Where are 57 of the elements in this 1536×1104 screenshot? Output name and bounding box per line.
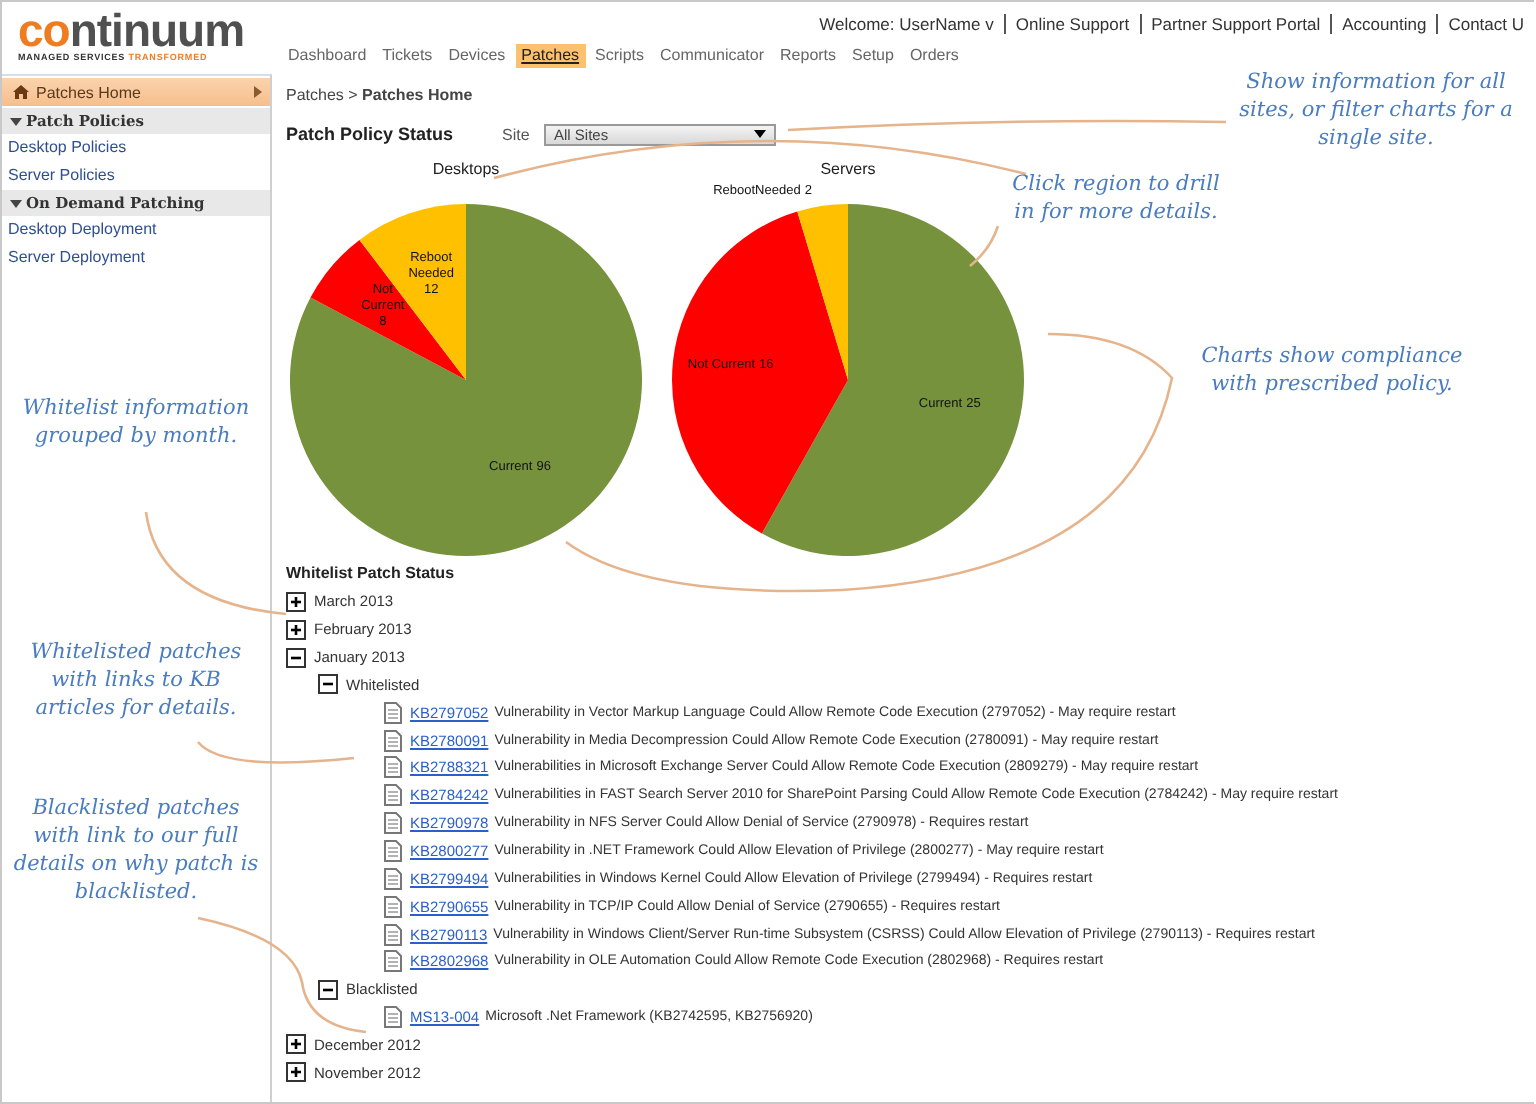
- document-icon: [384, 1006, 402, 1029]
- collapse-toggle[interactable]: [318, 674, 338, 695]
- nav-tab[interactable]: Orders: [903, 44, 965, 68]
- document-icon: [384, 950, 402, 973]
- top-link[interactable]: Accounting: [1330, 14, 1437, 34]
- pie-slice[interactable]: [359, 204, 466, 380]
- top-link[interactable]: Online Support: [1003, 14, 1140, 34]
- leader-line: [969, 225, 1000, 267]
- callout-note: Whitelist information grouped by month.: [20, 394, 252, 450]
- callout-note: Show information for all sites, or filter charts for a single site.: [1237, 68, 1515, 152]
- sidebar-link[interactable]: Desktop Deployment: [2, 216, 270, 243]
- document-icon: [384, 784, 402, 807]
- collapse-toggle[interactable]: [318, 979, 338, 1000]
- welcome-text: Welcome: UserName v: [817, 14, 996, 34]
- home-icon: [12, 84, 30, 100]
- expand-toggle[interactable]: [286, 619, 306, 640]
- nav-tab[interactable]: Patches: [515, 44, 586, 68]
- document-icon: [384, 895, 402, 918]
- document-icon: [384, 756, 402, 779]
- nav-tab[interactable]: Dashboard: [282, 44, 373, 68]
- nav-tab[interactable]: Communicator: [654, 44, 771, 68]
- breadcrumb: Patches > Patches Home: [286, 86, 475, 104]
- nav-tab[interactable]: Setup: [846, 44, 900, 68]
- pie-slice[interactable]: [310, 239, 466, 380]
- sidebar-link[interactable]: Desktop Policies: [2, 134, 270, 161]
- callout-note: Blacklisted patches with link to our full details on why patch is blacklisted.: [11, 794, 261, 906]
- document-icon: [384, 867, 402, 890]
- logo-wordmark: continuum: [18, 10, 247, 50]
- nav-tab[interactable]: Devices: [442, 44, 512, 68]
- nav-tab[interactable]: Reports: [774, 44, 843, 68]
- document-icon: [384, 729, 402, 752]
- sidebar-link[interactable]: Server Policies: [2, 161, 270, 188]
- leader-line: [144, 511, 287, 616]
- field-label: Site: [502, 125, 532, 143]
- sidebar-link[interactable]: Server Deployment: [2, 243, 270, 270]
- caret-icon: [254, 86, 262, 98]
- expand-toggle[interactable]: [286, 1034, 306, 1055]
- callout-note: Charts show compliance with prescribed policy.: [1199, 342, 1465, 398]
- nav-tab[interactable]: Scripts: [589, 44, 650, 68]
- top-link[interactable]: Contact U: [1436, 14, 1534, 34]
- callout-note: Whitelisted patches with links to KB articles for details.: [28, 638, 244, 722]
- callout-note: Click region to drill in for more details.: [1010, 170, 1222, 226]
- section-title: Whitelist Patch Status: [286, 564, 457, 586]
- document-icon: [384, 840, 402, 863]
- chart-title: Servers: [818, 160, 878, 180]
- top-link[interactable]: Partner Support Portal: [1139, 14, 1331, 34]
- document-icon: [384, 701, 402, 724]
- chart-title: Desktops: [430, 160, 502, 180]
- document-icon: [384, 812, 402, 835]
- nav-tab[interactable]: Tickets: [376, 44, 439, 68]
- collapse-toggle[interactable]: [286, 647, 306, 668]
- section-title: Patch Policy Status: [286, 124, 456, 144]
- expand-toggle[interactable]: [286, 591, 306, 612]
- document-icon: [384, 923, 402, 946]
- caret-icon: [754, 130, 766, 138]
- sidebar-item[interactable]: Patches Home: [2, 78, 270, 106]
- expand-toggle[interactable]: [286, 1062, 306, 1083]
